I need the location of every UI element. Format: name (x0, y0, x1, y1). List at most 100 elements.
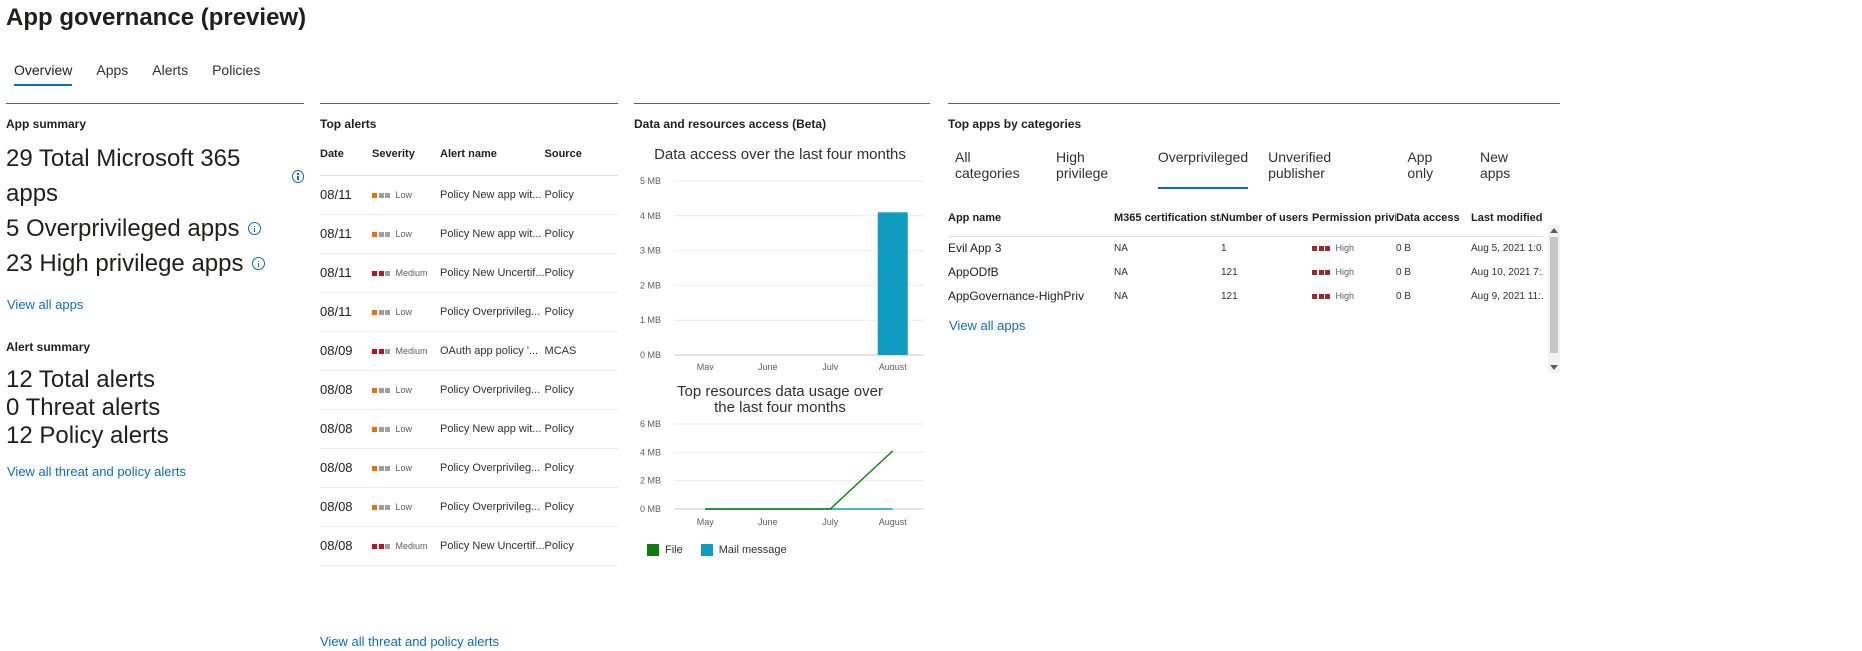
scroll-thumb[interactable] (1550, 237, 1558, 353)
tab-policies[interactable]: Policies (212, 62, 260, 86)
column-header-data-access[interactable]: Data access (1396, 200, 1471, 237)
severity-label: Low (395, 463, 413, 473)
column-header-date[interactable]: Date (320, 134, 372, 176)
info-icon[interactable] (248, 222, 262, 235)
permission-bar (1318, 269, 1324, 275)
view-all-alerts-link-2[interactable]: View all threat and policy alerts (320, 634, 618, 649)
tab-alerts[interactable]: Alerts (152, 62, 188, 86)
severity-bar (378, 465, 384, 471)
column-header-severity[interactable]: Severity (372, 134, 440, 176)
column-header-users[interactable]: Number of users (1221, 200, 1312, 237)
alert-source: Policy (544, 526, 618, 566)
severity-bar (385, 309, 390, 315)
x-tick-label: June (758, 517, 778, 527)
apps-scrollbar[interactable] (1548, 225, 1560, 373)
alert-severity: Low (372, 175, 440, 215)
table-row[interactable]: 08/11 Medium Policy New Uncertif... Policy (320, 253, 618, 293)
table-row[interactable]: AppODfB NA 121 High 0 B Aug 10, 2021 7:... (948, 260, 1543, 284)
tab-all-categories[interactable]: All categories (955, 149, 1036, 189)
table-row[interactable]: 08/11 Low Policy Overprivileg... Policy (320, 292, 618, 332)
table-row[interactable]: Evil App 3 NA 1 High 0 B Aug 5, 2021 1:0... (948, 236, 1543, 260)
column-header-alert-name[interactable]: Alert name (440, 134, 545, 176)
alert-name: Policy New Uncertif... (440, 526, 545, 566)
tab-overview[interactable]: Overview (14, 62, 73, 86)
alert-date: 08/11 (320, 214, 372, 254)
legend-item-mail-message[interactable]: Mail message (700, 544, 787, 556)
table-row[interactable]: 08/08 Low Policy New app wit... Policy (320, 409, 618, 449)
y-tick-label: 5 MB (640, 176, 661, 186)
table-row[interactable]: 08/08 Low Policy Overprivileg... Policy (320, 370, 618, 410)
severity-bar (385, 231, 390, 237)
legend-label-file: File (665, 544, 683, 556)
permission-bar (1325, 293, 1330, 299)
top-apps-title: Top apps by categories (948, 117, 1082, 131)
info-icon[interactable] (252, 257, 266, 270)
main-tabs: Overview Apps Alerts Policies (14, 62, 284, 86)
scroll-down-icon[interactable] (1550, 365, 1558, 370)
app-users: 1 (1221, 242, 1227, 254)
y-tick-label: 2 MB (640, 280, 661, 290)
alert-severity: Low (372, 409, 440, 449)
permission-bar (1325, 245, 1330, 251)
alert-date: 08/11 (320, 253, 372, 293)
app-users: 121 (1221, 266, 1238, 278)
alert-name: Policy Overprivileg... (440, 448, 545, 488)
legend-item-file[interactable]: File (647, 544, 683, 556)
table-row[interactable]: 08/11 Low Policy New app wit... Policy (320, 175, 618, 215)
severity-bar (385, 543, 390, 549)
app-data-access: 0 B (1396, 290, 1412, 302)
table-row[interactable]: 08/08 Low Policy Overprivileg... Policy (320, 487, 618, 527)
severity-indicator: Medium (372, 541, 428, 551)
bar (877, 212, 908, 355)
app-name[interactable]: AppODfB (948, 260, 1114, 284)
app-data-access: 0 B (1396, 242, 1412, 254)
threat-alerts-stat: 0 Threat alerts (6, 394, 161, 421)
severity-bar (378, 231, 384, 237)
chart-legend: File Mail message (647, 544, 930, 556)
column-header-permission[interactable]: Permission privil... (1312, 200, 1396, 237)
severity-label: Low (395, 190, 413, 200)
tab-unverified-publisher[interactable]: Unverified publisher (1268, 149, 1387, 189)
table-row[interactable]: AppGovernance-HighPriv NA 121 High 0 B Aug 9,… (948, 284, 1543, 308)
tab-high-privilege[interactable]: High privilege (1056, 149, 1138, 189)
severity-bar (372, 465, 377, 471)
total-apps-stat: 29 Total Microsoft 365 apps (6, 141, 304, 211)
category-tabs: All categories High privilege Overprivil… (955, 149, 1560, 189)
info-icon[interactable] (291, 169, 304, 183)
permission-indicator: High (1312, 291, 1354, 301)
permission-label: High (1335, 267, 1355, 277)
permission-bar (1318, 293, 1324, 299)
severity-bar (372, 192, 377, 198)
column-header-certification[interactable]: M365 certification sta... (1114, 200, 1221, 237)
table-row[interactable]: 08/08 Low Policy Overprivileg... Policy (320, 448, 618, 488)
table-row[interactable]: 08/11 Low Policy New app wit... Policy (320, 214, 618, 254)
tab-app-only[interactable]: App only (1407, 149, 1460, 189)
permission-bar (1312, 245, 1317, 251)
alert-severity: Low (372, 214, 440, 254)
app-users: 121 (1221, 290, 1238, 302)
tab-apps[interactable]: Apps (96, 62, 128, 86)
column-header-app-name[interactable]: App name (948, 200, 1114, 237)
severity-bar (372, 309, 377, 315)
view-all-apps-link-2[interactable]: View all apps (949, 318, 1560, 333)
alert-date: 08/09 (320, 331, 372, 371)
scroll-up-icon[interactable] (1550, 228, 1558, 233)
severity-bar (385, 348, 390, 354)
permission-label: High (1335, 243, 1355, 254)
app-name[interactable]: AppGovernance-HighPriv (948, 284, 1114, 308)
alert-date: 08/11 (320, 292, 372, 332)
tab-new-apps[interactable]: New apps (1480, 149, 1540, 189)
table-row[interactable]: 08/08 Medium Policy New Uncertif... Policy (320, 526, 618, 566)
severity-bar (378, 426, 384, 432)
column-header-source[interactable]: Source (544, 134, 618, 176)
alert-source: Policy (544, 214, 618, 254)
tab-overprivileged[interactable]: Overprivileged (1157, 149, 1249, 189)
alert-date: 08/08 (320, 487, 372, 527)
view-all-apps-link[interactable]: View all apps (7, 297, 304, 312)
table-row[interactable]: 08/09 Medium OAuth app policy '... MCAS (320, 331, 618, 371)
app-name[interactable]: Evil App 3 (948, 236, 1114, 260)
view-all-alerts-link[interactable]: View all threat and policy alerts (7, 464, 304, 479)
column-header-last-modified[interactable]: Last modified (1471, 200, 1543, 237)
policy-alerts-stat: 12 Policy alerts (6, 422, 169, 449)
severity-indicator: Low (372, 502, 412, 512)
